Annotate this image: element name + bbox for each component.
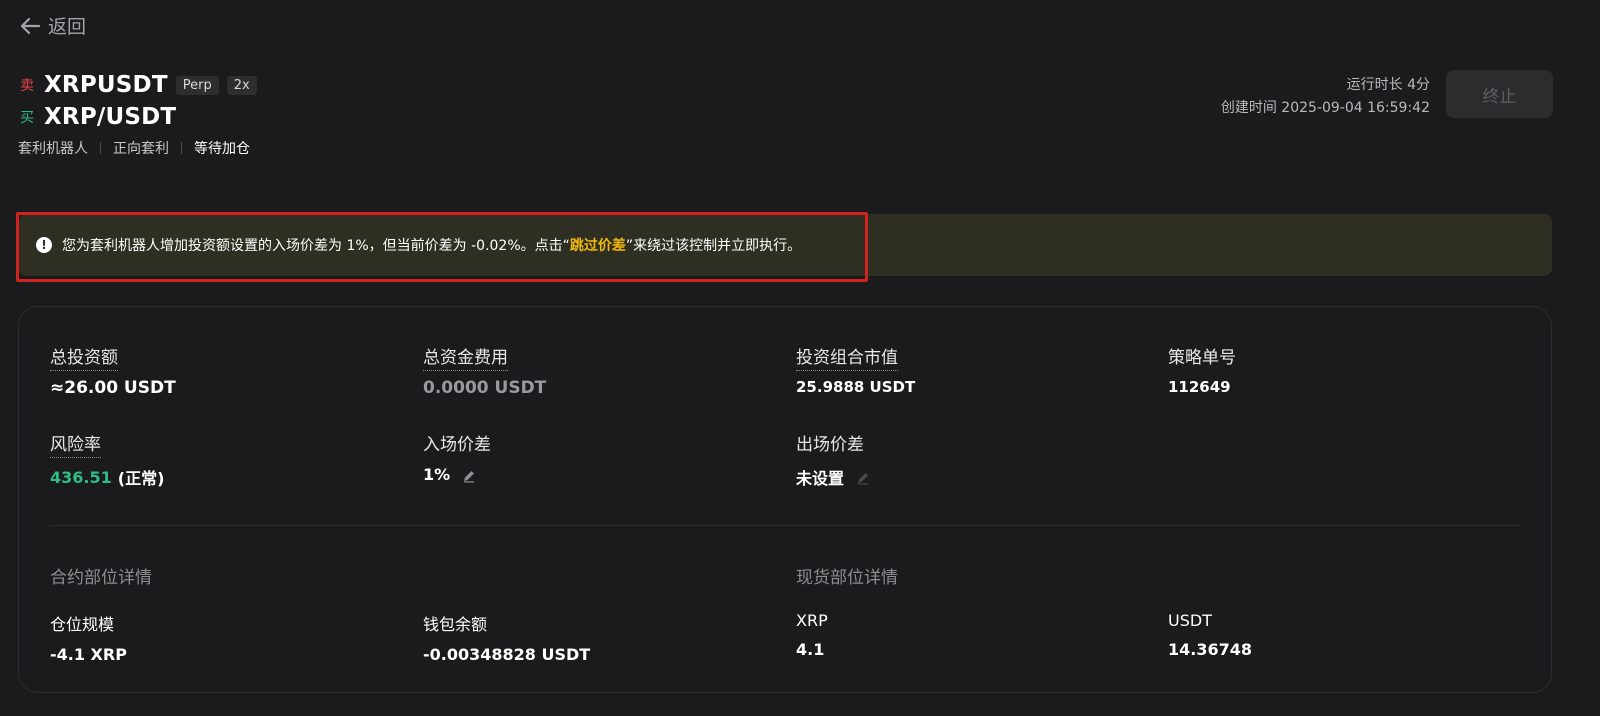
spot-xrp: XRP 4.1 [796,611,828,659]
spot-xrp-label: XRP [796,611,828,630]
risk-rate: 风险率 436.51 (正常) [50,430,164,489]
spot-usdt: USDT 14.36748 [1168,611,1252,659]
strategy-id-label: 策略单号 [1168,348,1236,368]
total-investment-label[interactable]: 总投资额 [50,348,118,371]
sell-symbol: XRPUSDT [44,72,168,98]
bot-summary-card: 总投资额 ≈26.00 USDT 总资金费用 0.0000 USDT 投资组合市… [18,306,1552,693]
wallet-balance-value: -0.00348828 USDT [423,645,591,664]
back-label: 返回 [48,16,87,38]
strategy-id-value: 112649 [1168,378,1231,396]
risk-rate-label[interactable]: 风险率 [50,435,101,458]
back-button[interactable]: 返回 [20,12,86,39]
position-size: 仓位规模 -4.1 XRP [50,611,127,664]
alert-text-after: ”来绕过该控制并立即执行。 [625,238,802,254]
total-funding-fee: 总资金费用 0.0000 USDT [423,343,546,398]
entry-spread: 入场价差 1% [423,430,491,484]
wallet-balance-label: 钱包余额 [423,615,488,634]
arbitrage-direction: 正向套利 [113,141,169,157]
spot-xrp-value: 4.1 [796,640,825,659]
futures-section-title: 合约部位详情 [50,568,152,588]
meta-divider [100,142,101,154]
spot-usdt-label: USDT [1168,611,1212,630]
spread-alert-banner: ! 您为套利机器人增加投资额设置的入场价差为 1%，但当前价差为 -0.02%。… [19,214,1552,276]
portfolio-value: 投资组合市值 25.9888 USDT [796,343,915,396]
buy-tag: 买 [20,110,34,126]
bot-type: 套利机器人 [18,141,88,157]
bot-status: 等待加仓 [194,141,250,157]
portfolio-value-label[interactable]: 投资组合市值 [796,348,898,371]
entry-spread-value: 1% [423,465,451,484]
spot-usdt-value: 14.36748 [1168,640,1253,659]
total-investment: 总投资额 ≈26.00 USDT [50,343,176,398]
exit-spread: 出场价差 未设置 [796,430,870,489]
total-funding-fee-label[interactable]: 总资金费用 [423,348,508,371]
leverage-chip: 2x [226,75,257,95]
position-size-value: -4.1 XRP [50,645,127,664]
exit-spread-label: 出场价差 [796,435,864,455]
perp-chip: Perp [175,75,219,95]
spot-section-title: 现货部位详情 [796,568,898,588]
sell-tag: 卖 [20,78,34,94]
wallet-balance: 钱包余额 -0.00348828 USDT [423,611,590,664]
risk-rate-status: (正常) [117,469,165,488]
buy-symbol: XRP/USDT [44,104,177,130]
section-divider [50,525,1522,526]
run-info: 运行时长 4分 创建时间 2025-09-04 16:59:42 [1221,74,1430,120]
buy-leg-row: 买 XRP/USDT [20,104,176,130]
sell-leg-row: 卖 XRPUSDT Perp 2x [20,72,257,98]
portfolio-value-amount: 25.9888 USDT [796,378,916,396]
alert-text-before: 您为套利机器人增加投资额设置的入场价差为 1%，但当前价差为 -0.02%。点击… [62,238,570,254]
skip-spread-link[interactable]: 跳过价差 [570,235,626,255]
pencil-icon[interactable] [856,470,870,485]
bot-detail-page: 返回 卖 XRPUSDT Perp 2x 买 XRP/USDT 套利机器人 正向… [0,0,1600,716]
risk-rate-value: 436.51 [50,467,112,487]
pencil-icon[interactable] [462,468,476,482]
total-investment-value: ≈26.00 USDT [50,378,176,398]
created-time: 创建时间 2025-09-04 16:59:42 [1220,100,1430,116]
stop-button[interactable]: 终止 [1446,70,1553,118]
position-size-label: 仓位规模 [50,615,115,634]
run-time: 运行时长 4分 [1346,77,1430,93]
exclamation-icon: ! [36,237,52,253]
bot-meta: 套利机器人 正向套利 等待加仓 [18,138,250,158]
entry-spread-label: 入场价差 [423,435,491,455]
strategy-id: 策略单号 112649 [1168,343,1236,396]
exit-spread-value: 未设置 [796,469,845,488]
meta-divider [181,142,182,154]
total-funding-fee-value: 0.0000 USDT [423,378,547,398]
arrow-left-icon [20,17,40,34]
